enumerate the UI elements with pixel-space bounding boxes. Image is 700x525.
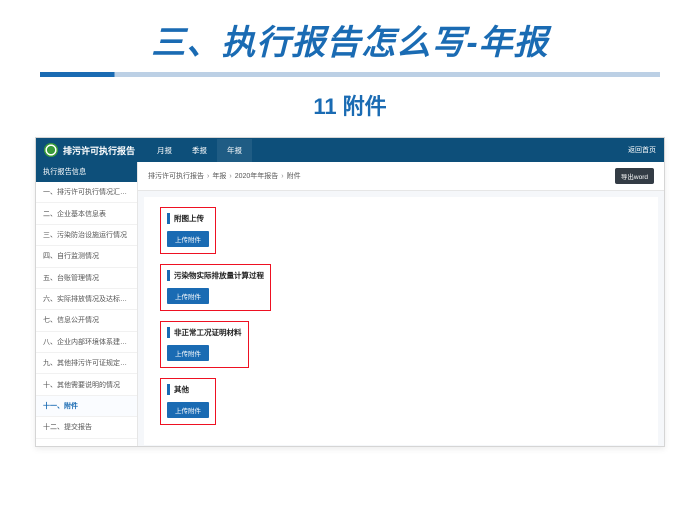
presentation-slide: 三、执行报告怎么写-年报 11 附件 排污许可执行报告 月报 季报 年报 返回首… (0, 0, 700, 525)
crumb-3[interactable]: 2020年年报告 (235, 171, 279, 181)
sidebar-item-8[interactable]: 八、企业内部环境体系建设及运行情况 (36, 332, 137, 353)
section-title: 其他 (167, 384, 209, 395)
sidebar-item-11[interactable]: 十一、附件 (36, 396, 137, 417)
sidebar-item-9[interactable]: 九、其他排污许可证规定的内容执行情况 (36, 353, 137, 374)
sidebar: 执行报告信息 一、排污许可执行情况汇总表 二、企业基本信息表 三、污染防治设施运… (36, 162, 138, 446)
export-word-button[interactable]: 导出word (615, 168, 654, 184)
sidebar-header: 执行报告信息 (36, 162, 137, 182)
section-abnormal: 非正常工况证明材料 上传附件 (160, 321, 642, 368)
section-title: 污染物实际排放量计算过程 (167, 270, 264, 281)
app-header: 排污许可执行报告 月报 季报 年报 返回首页 (36, 138, 664, 162)
sidebar-item-5[interactable]: 五、台账管理情况 (36, 268, 137, 289)
app-title: 排污许可执行报告 (63, 144, 135, 157)
main-panel: 排污许可执行报告 › 年报 › 2020年年报告 › 附件 导出word 附图上… (138, 162, 664, 446)
sidebar-item-1[interactable]: 一、排污许可执行情况汇总表 (36, 182, 137, 203)
crumb-1[interactable]: 排污许可执行报告 (148, 171, 204, 181)
upload-button[interactable]: 上传附件 (167, 288, 209, 304)
crumb-2[interactable]: 年报 (212, 171, 226, 181)
app-body: 执行报告信息 一、排污许可执行情况汇总表 二、企业基本信息表 三、污染防治设施运… (36, 162, 664, 446)
logo-icon (44, 143, 58, 157)
highlight-box: 附图上传 上传附件 (160, 207, 216, 254)
crumb-sep-icon: › (281, 173, 283, 180)
slide-subtitle: 11 附件 (0, 83, 700, 137)
slide-divider (40, 72, 660, 77)
app-window: 排污许可执行报告 月报 季报 年报 返回首页 执行报告信息 一、排污许可执行情况… (35, 137, 665, 447)
sidebar-item-10[interactable]: 十、其他需要说明的情况 (36, 374, 137, 395)
tab-annual[interactable]: 年报 (217, 139, 252, 162)
return-home-link[interactable]: 返回首页 (628, 145, 656, 155)
section-title: 非正常工况证明材料 (167, 327, 242, 338)
slide-title: 三、执行报告怎么写-年报 (0, 0, 700, 72)
crumb-4: 附件 (287, 171, 301, 181)
section-other: 其他 上传附件 (160, 378, 642, 425)
crumb-sep-icon: › (207, 173, 209, 180)
attachment-sections: 附图上传 上传附件 污染物实际排放量计算过程 上传附件 (144, 197, 658, 445)
sidebar-item-6[interactable]: 六、实际排放情况及达标判定分析 (36, 289, 137, 310)
nav-tabs: 月报 季报 年报 (147, 139, 252, 162)
sidebar-item-4[interactable]: 四、自行监测情况 (36, 246, 137, 267)
sidebar-item-3[interactable]: 三、污染防治设施运行情况 (36, 225, 137, 246)
sidebar-item-2[interactable]: 二、企业基本信息表 (36, 203, 137, 224)
sidebar-item-12[interactable]: 十二、提交报告 (36, 417, 137, 438)
highlight-box: 其他 上传附件 (160, 378, 216, 425)
highlight-box: 非正常工况证明材料 上传附件 (160, 321, 249, 368)
tab-quarterly[interactable]: 季报 (182, 139, 217, 162)
sidebar-item-7[interactable]: 七、信息公开情况 (36, 310, 137, 331)
upload-button[interactable]: 上传附件 (167, 345, 209, 361)
tab-monthly[interactable]: 月报 (147, 139, 182, 162)
screenshot-container: 排污许可执行报告 月报 季报 年报 返回首页 执行报告信息 一、排污许可执行情况… (0, 137, 700, 525)
crumb-sep-icon: › (229, 173, 231, 180)
section-figures: 附图上传 上传附件 (160, 207, 642, 254)
highlight-box: 污染物实际排放量计算过程 上传附件 (160, 264, 271, 311)
upload-button[interactable]: 上传附件 (167, 231, 209, 247)
section-title: 附图上传 (167, 213, 209, 224)
section-emission-calc: 污染物实际排放量计算过程 上传附件 (160, 264, 642, 311)
upload-button[interactable]: 上传附件 (167, 402, 209, 418)
breadcrumb: 排污许可执行报告 › 年报 › 2020年年报告 › 附件 导出word (138, 162, 664, 191)
